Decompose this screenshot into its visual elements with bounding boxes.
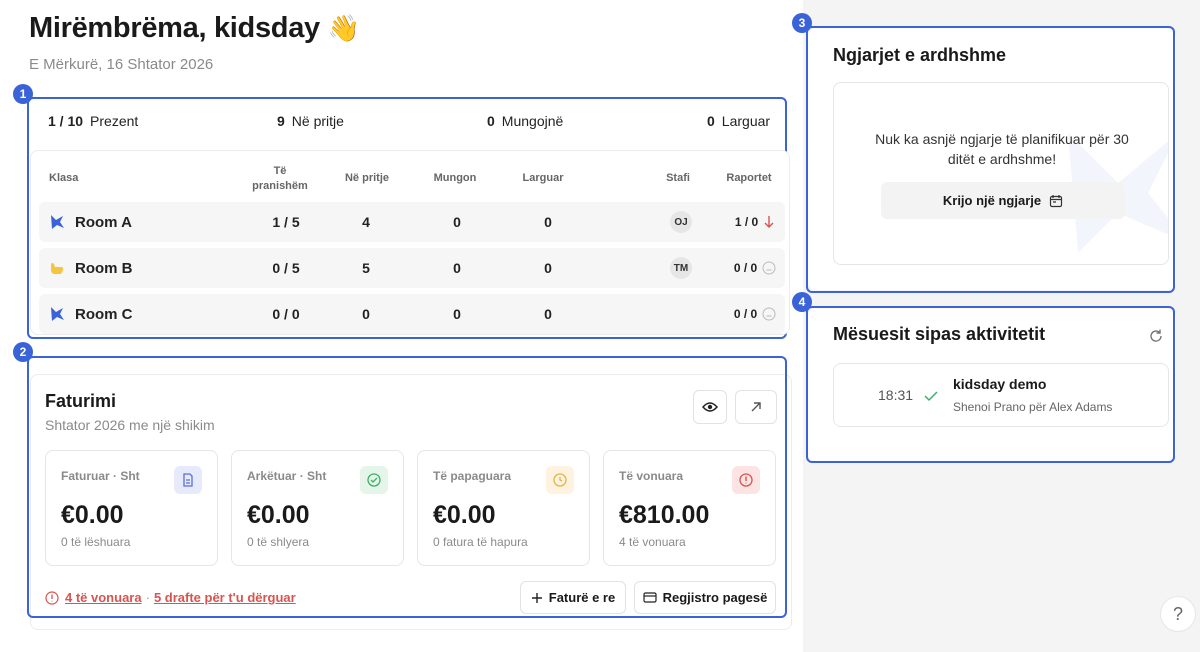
stat-left: 0 Larguar	[707, 113, 771, 129]
separator: ·	[145, 590, 150, 605]
col-class: Klasa	[49, 172, 79, 184]
calendar-icon	[1050, 194, 1063, 207]
events-empty-text: Nuk ka asnjë ngjarje të planifikuar për …	[875, 131, 1129, 167]
annotation-badge-4: 4	[792, 292, 812, 312]
open-button[interactable]	[735, 390, 777, 424]
overdue-link[interactable]: 4 të vonuara	[65, 590, 142, 605]
activity-title: Mësuesit sipas aktivitetit	[833, 324, 1046, 344]
events-empty-state: Nuk ka asnjë ngjarje të planifikuar për …	[833, 82, 1169, 265]
absent-count: 0	[453, 260, 461, 276]
col-pending: Në pritje	[344, 172, 389, 184]
table-row[interactable]: Room B 0 / 5 5 0 0 TM 0 / 0	[39, 248, 785, 288]
billing-title: Faturimi	[45, 391, 117, 411]
avatar[interactable]: OJ	[670, 211, 692, 233]
billing-subtitle: Shtator 2026 me një shikim	[45, 417, 215, 433]
col-left: Larguar	[522, 172, 564, 184]
check-icon	[924, 391, 938, 402]
view-button[interactable]	[693, 390, 727, 424]
puzzle-watermark-icon	[1068, 133, 1168, 253]
check-circle-icon	[360, 466, 388, 494]
reports-cell[interactable]: 0 / 0	[729, 294, 781, 334]
drafts-link[interactable]: 5 drafte për t'u dërguar	[154, 590, 296, 605]
col-staff: Stafi	[666, 172, 690, 184]
kpi-invoiced: Faturuar · Sht €0.00 0 të lëshuara	[45, 450, 218, 566]
staff-cell: TM	[663, 248, 699, 288]
create-event-button[interactable]: Krijo një ngjarje	[881, 182, 1125, 219]
avatar[interactable]: TM	[670, 257, 692, 279]
kpi-unpaid: Të papaguara €0.00 0 fatura të hapura	[417, 450, 590, 566]
stat-pending: 9 Në pritje	[277, 113, 344, 129]
staff-cell: OJ	[663, 202, 699, 242]
puzzle-icon	[51, 215, 64, 229]
pending-count: 0	[362, 306, 370, 322]
stat-present: 1 / 10 Prezent	[48, 113, 139, 129]
col-absent: Mungon	[433, 172, 477, 184]
neutral-face-icon	[762, 307, 776, 321]
current-date: E Mërkurë, 16 Shtator 2026	[29, 56, 214, 73]
annotation-badge-3: 3	[792, 13, 812, 33]
pending-count: 5	[362, 260, 370, 276]
annotation-badge-2: 2	[13, 342, 33, 362]
arrow-up-right-icon	[751, 402, 761, 412]
arrow-down-icon	[764, 216, 774, 228]
table-row[interactable]: Room A 1 / 5 4 0 0 OJ 1 / 0	[39, 202, 785, 242]
new-invoice-button[interactable]: Faturë e re	[520, 581, 626, 614]
present-count: 1 / 5	[272, 214, 300, 230]
present-count: 0 / 5	[272, 260, 300, 276]
left-count: 0	[544, 260, 552, 276]
col-present: Të pranishëm	[252, 165, 308, 192]
eye-icon	[702, 402, 718, 412]
clock-icon	[546, 466, 574, 494]
absent-count: 0	[453, 214, 461, 230]
document-icon	[174, 466, 202, 494]
left-count: 0	[544, 214, 552, 230]
page-title: Mirëmbrëma, kidsday 👋	[29, 12, 360, 44]
billing-warnings: 4 të vonuara · 5 drafte për t'u dërguar	[45, 590, 296, 605]
activity-item[interactable]: 18:31 kidsday demo Shenoi Prano për Alex…	[833, 363, 1169, 427]
room-name[interactable]: Room C	[75, 294, 133, 334]
left-count: 0	[544, 306, 552, 322]
reports-cell[interactable]: 1 / 0	[729, 202, 781, 242]
events-title: Ngjarjet e ardhshme	[833, 45, 1007, 65]
register-payment-button[interactable]: Regjistro pagesë	[634, 581, 776, 614]
refresh-icon[interactable]	[1148, 328, 1164, 344]
present-count: 0 / 0	[272, 306, 300, 322]
plus-icon	[531, 592, 542, 603]
waving-hand-icon: 👋	[327, 13, 360, 43]
kpi-overdue: Të vonuara €810.00 4 të vonuara	[603, 450, 776, 566]
absent-count: 0	[453, 306, 461, 322]
hand-icon	[51, 263, 64, 274]
room-name[interactable]: Room B	[75, 248, 133, 288]
activity-time: 18:31	[878, 387, 914, 403]
alert-icon	[732, 466, 760, 494]
attendance-stats: 1 / 10 Prezent 9 Në pritje 0 Mungojnë 0 Larg…	[30, 100, 782, 142]
puzzle-icon	[51, 307, 64, 321]
help-button[interactable]: ?	[1160, 596, 1196, 632]
pending-count: 4	[362, 214, 370, 230]
stat-absent: 0 Mungojnë	[487, 113, 564, 129]
alert-icon	[45, 590, 59, 605]
credit-card-icon	[643, 592, 657, 603]
table-row[interactable]: Room C 0 / 0 0 0 0 0 / 0	[39, 294, 785, 334]
neutral-face-icon	[762, 261, 776, 275]
room-name[interactable]: Room A	[75, 202, 132, 242]
activity-teacher: kidsday demo	[953, 376, 1047, 392]
reports-cell[interactable]: 0 / 0	[729, 248, 781, 288]
col-reports: Raportet	[726, 172, 772, 184]
class-table: Klasa Të pranishëm Në pritje Mungon Larg…	[30, 150, 790, 335]
kpi-collected: Arkëtuar · Sht €0.00 0 të shlyera	[231, 450, 404, 566]
activity-detail: Shenoi Prano për Alex Adams	[953, 400, 1113, 414]
